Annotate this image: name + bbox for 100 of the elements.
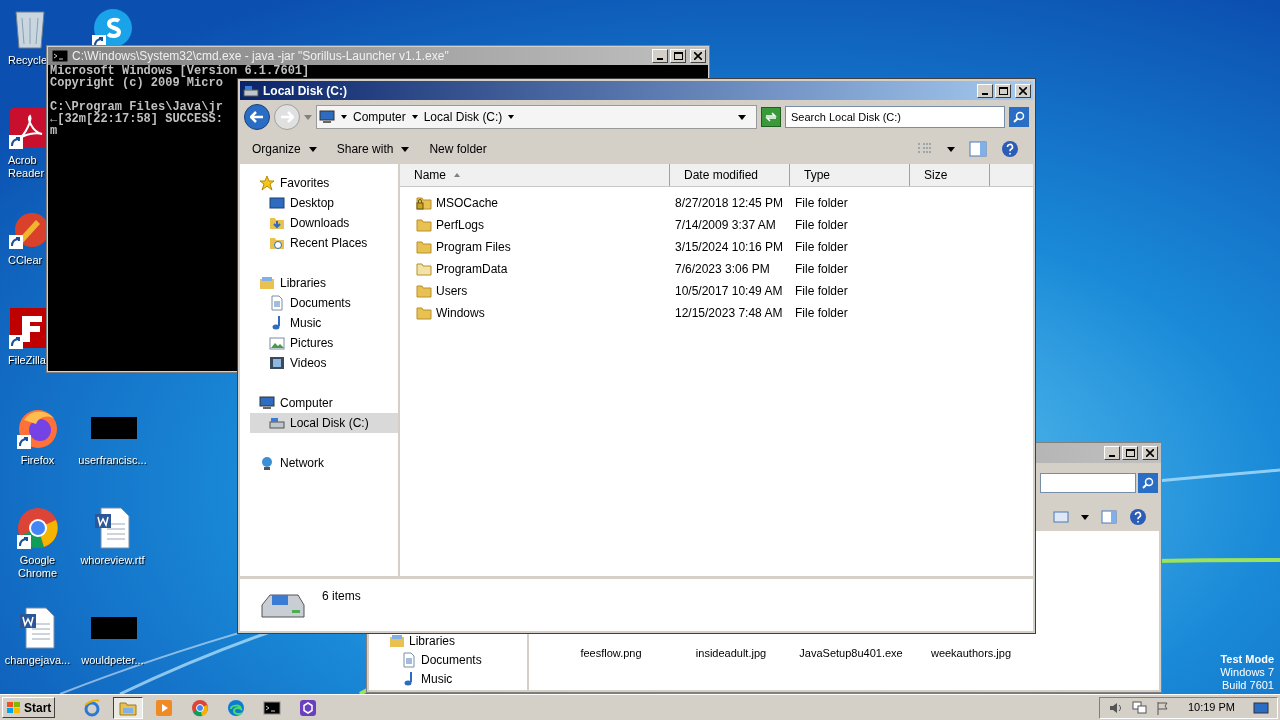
desktop-icon-label[interactable]: CClear	[8, 254, 44, 267]
breadcrumb-item[interactable]: Local Disk (C:)	[423, 108, 503, 126]
column-header[interactable]: Size	[910, 164, 990, 186]
close-button[interactable]	[1015, 83, 1031, 98]
nav-item[interactable]: Music	[371, 669, 527, 688]
preview-pane-icon[interactable]	[969, 141, 987, 157]
nav-item[interactable]: Network	[240, 453, 398, 473]
file-name[interactable]: JavaSetup8u401.exe	[791, 647, 911, 660]
breadcrumb-arrow-icon[interactable]	[508, 115, 515, 119]
dropdown-arrow-icon[interactable]	[947, 146, 955, 152]
maximize-button[interactable]	[670, 49, 686, 63]
start-button[interactable]: Start	[2, 697, 56, 718]
column-header[interactable]: Type	[790, 164, 910, 186]
back-button[interactable]	[244, 104, 270, 130]
nav-item[interactable]: Downloads	[250, 213, 398, 233]
console-line: Copyright (c) 2009 Micro	[50, 77, 223, 89]
toolbar-button[interactable]: Share with	[328, 137, 418, 161]
window-title: Local Disk (C:)	[263, 82, 348, 100]
search-button[interactable]	[1138, 473, 1158, 493]
table-cell-text: 12/15/2023 7:48 AM	[674, 305, 784, 322]
help-icon[interactable]	[1001, 140, 1019, 158]
close-button[interactable]	[1142, 446, 1158, 460]
breadcrumb-item[interactable]: Computer	[353, 108, 406, 126]
close-button[interactable]	[690, 49, 706, 63]
minimize-button[interactable]	[652, 49, 668, 63]
command-prompt-icon	[51, 47, 69, 65]
pictures-icon	[269, 335, 285, 351]
table-cell-text: File folder	[794, 283, 849, 300]
taskbar-button[interactable]	[113, 696, 144, 719]
nav-item[interactable]: Favorites	[240, 173, 398, 193]
desktop-icon-label[interactable]: Google Chrome	[1, 554, 74, 580]
status-text: 6 items	[322, 588, 361, 605]
search-field[interactable]: Search Local Disk (C:)	[785, 106, 1005, 128]
breadcrumb-arrow-icon[interactable]	[341, 115, 347, 119]
column-header[interactable]: Date modified	[670, 164, 790, 186]
desktop-icon-label[interactable]: FileZilla	[8, 354, 44, 367]
nav-item[interactable]: Libraries	[371, 631, 527, 650]
address-dropdown-icon[interactable]	[738, 114, 746, 120]
nav-item[interactable]: Videos	[250, 353, 398, 373]
file-name[interactable]: Program Files	[436, 238, 511, 256]
minimize-button[interactable]	[1104, 446, 1120, 460]
library-icon	[259, 275, 275, 291]
redacted-icon	[90, 417, 137, 439]
maximize-button[interactable]	[1122, 446, 1138, 460]
table-cell-text: 3/15/2024 10:16 PM	[674, 239, 785, 256]
file-name[interactable]: Windows	[436, 304, 485, 322]
file-name[interactable]: ProgramData	[436, 260, 508, 278]
table-cell-text: File folder	[794, 239, 849, 256]
nav-item[interactable]: Computer	[240, 393, 398, 413]
address-bar[interactable]: Computer Local Disk (C:)	[316, 105, 757, 129]
desktop-icon-label[interactable]: Firefox	[1, 454, 74, 467]
recent-places-icon	[269, 235, 285, 251]
search-field[interactable]	[1040, 473, 1136, 493]
windows-logo-icon	[6, 700, 22, 715]
history-dropdown-icon[interactable]	[304, 114, 312, 120]
desktop-icon-label[interactable]: changejava...	[1, 654, 74, 667]
breadcrumb-arrow-icon[interactable]	[411, 115, 418, 119]
minimize-button[interactable]	[977, 83, 993, 98]
file-name[interactable]: MSOCache	[436, 194, 499, 212]
show-desktop-icon[interactable]	[1253, 700, 1269, 715]
toolbar-button[interactable]: Organize	[244, 137, 325, 161]
locked-folder-icon	[416, 195, 432, 211]
table-cell-text: File folder	[794, 261, 849, 278]
nav-item[interactable]: Recent Places	[250, 233, 398, 253]
dropdown-arrow-icon	[308, 146, 317, 152]
dropdown-arrow-icon	[401, 146, 410, 152]
library-icon	[389, 632, 405, 649]
refresh-button[interactable]	[761, 107, 781, 127]
nav-item[interactable]: Desktop	[250, 193, 398, 213]
file-name[interactable]: weekauthors.jpg	[911, 647, 1031, 660]
column-header[interactable]: Name	[400, 164, 670, 186]
file-name[interactable]: Users	[436, 282, 468, 300]
search-button[interactable]	[1009, 107, 1029, 127]
desktop-icon-label[interactable]: whoreview.rtf	[76, 554, 149, 567]
nav-item[interactable]: Documents	[371, 650, 527, 669]
file-name[interactable]: PerfLogs	[436, 216, 485, 234]
flag-icon[interactable]	[1155, 700, 1170, 715]
file-name[interactable]: insideadult.jpg	[671, 647, 791, 660]
desktop-icon-label[interactable]: wouldpeter...	[76, 654, 149, 667]
nav-item[interactable]: Music	[250, 313, 398, 333]
toolbar-button[interactable]: New folder	[421, 137, 495, 161]
volume-icon[interactable]	[1107, 700, 1124, 715]
network-icon[interactable]	[1131, 700, 1148, 715]
desktop-icon-label[interactable]: Recycle	[8, 54, 44, 67]
refresh-icon	[765, 112, 777, 122]
nav-item[interactable]: Local Disk (C:)	[250, 413, 398, 433]
maximize-button[interactable]	[995, 83, 1011, 98]
file-name[interactable]: feesflow.png	[551, 647, 671, 660]
nav-item[interactable]: Documents	[250, 293, 398, 313]
dropdown-arrow-icon[interactable]	[1081, 514, 1089, 520]
table-cell-text: File folder	[794, 195, 849, 212]
forward-arrow-icon	[280, 111, 294, 123]
nav-item[interactable]: Libraries	[240, 273, 398, 293]
folder-icon	[416, 305, 432, 321]
preview-pane-icon[interactable]	[1101, 510, 1117, 524]
help-icon[interactable]	[1129, 508, 1147, 526]
nav-item[interactable]: Pictures	[250, 333, 398, 353]
desktop-icon-label[interactable]: Acrob Reader	[8, 154, 44, 180]
desktop-icon-label[interactable]: userfrancisc...	[76, 454, 149, 467]
folder-icon	[416, 217, 432, 233]
